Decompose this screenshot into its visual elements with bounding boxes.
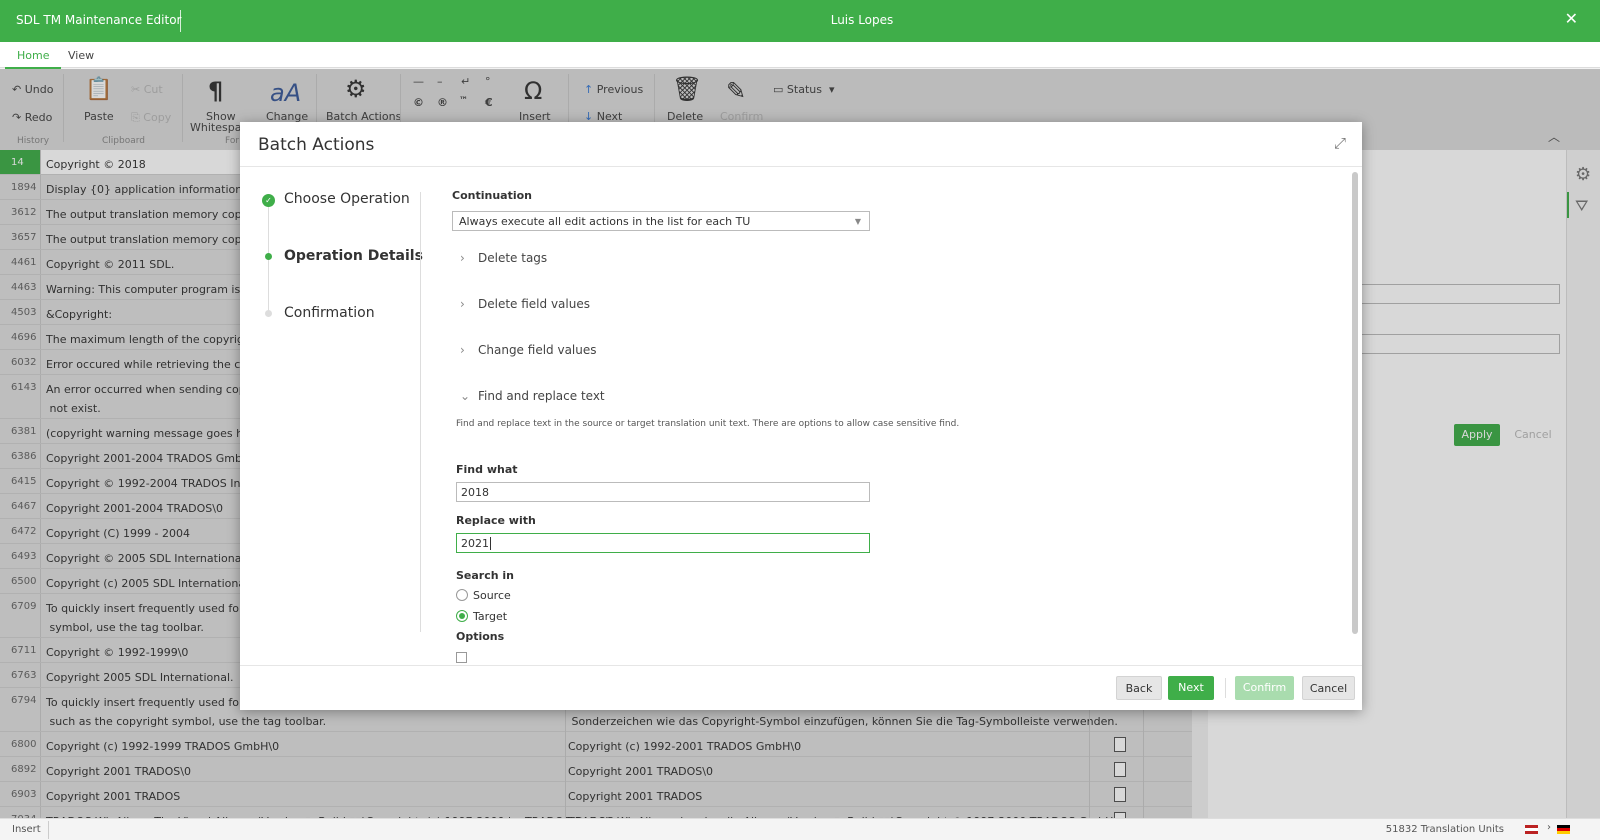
replace-with-input[interactable]: 2021 [456,533,870,553]
accordion-find-replace[interactable]: ⌄ Find and replace text [460,389,605,403]
radio-circle-selected [456,610,468,622]
text-cursor [490,537,491,550]
wizard-separator [420,192,421,632]
tu-count: 51832 Translation Units [1385,824,1504,835]
check-icon: ✓ [262,194,275,207]
operation-details-panel: Continuation Always execute all edit act… [452,167,1332,665]
chevron-right-icon: › [460,251,465,265]
insert-mode-label: Insert [12,824,41,835]
accordion-delete-tags[interactable]: › Delete tags [460,251,547,265]
status-divider [48,821,49,839]
accordion-label: Delete field values [478,297,590,311]
accordion-label: Find and replace text [478,389,605,403]
status-bar: Insert 51832 Translation Units › [0,818,1600,840]
accordion-change-field-values[interactable]: › Change field values [460,343,597,357]
step-current-dot [265,253,272,260]
user-name: Luis Lopes [830,13,894,27]
chevron-right-icon: › [460,343,465,357]
radio-source[interactable]: Source [456,589,511,602]
continuation-label: Continuation [452,189,532,202]
menu-tabs: Home View [0,42,1600,69]
find-what-input[interactable]: 2018 [456,482,870,502]
confirm-button[interactable]: Confirm [1235,676,1294,700]
continuation-select[interactable]: Always execute all edit actions in the l… [452,211,870,231]
batch-actions-dialog: Batch Actions ⤢ ✓ Choose Operation Opera… [240,122,1362,710]
radio-circle [456,589,468,601]
close-icon[interactable]: ✕ [1565,9,1578,28]
step-operation-details[interactable]: Operation Details [284,248,423,264]
cancel-button[interactable]: Cancel [1302,676,1355,700]
find-what-label: Find what [456,463,518,476]
accordion-delete-field-values[interactable]: › Delete field values [460,297,590,311]
us-flag-icon [1525,825,1538,834]
dialog-divider [240,665,1362,666]
accordion-label: Delete tags [478,251,548,265]
title-bar: SDL TM Maintenance Editor Luis Lopes ✕ [0,0,1600,42]
options-checkbox[interactable] [456,652,467,663]
replace-value: 2021 [461,537,489,550]
chevron-right-icon: › [460,297,465,311]
search-in-label: Search in [456,569,515,582]
expand-icon[interactable]: ⤢ [1334,134,1346,152]
radio-target[interactable]: Target [456,610,507,623]
chevron-down-icon: ▼ [854,217,861,226]
step-confirmation[interactable]: Confirmation [284,305,375,321]
find-replace-description: Find and replace text in the source or t… [456,419,960,429]
chevron-right-icon: › [1547,822,1551,833]
next-button[interactable]: Next [1168,676,1214,700]
chevron-down-icon: ⌄ [460,389,471,403]
step-choose-operation[interactable]: Choose Operation [284,191,410,207]
options-label: Options [456,630,505,643]
replace-with-label: Replace with [456,514,536,527]
button-separator [1225,678,1226,698]
step-pending-dot [265,310,272,317]
tab-home[interactable]: Home [4,49,63,69]
dialog-scrollbar[interactable] [1352,172,1358,634]
back-button[interactable]: Back [1116,676,1162,700]
accordion-label: Change field values [478,343,597,357]
radio-source-label: Source [473,589,511,602]
dialog-title: Batch Actions [258,135,375,155]
de-flag-icon [1557,825,1570,834]
continuation-value: Always execute all edit actions in the l… [459,215,751,228]
tab-view[interactable]: View [68,49,94,62]
radio-target-label: Target [473,610,508,623]
